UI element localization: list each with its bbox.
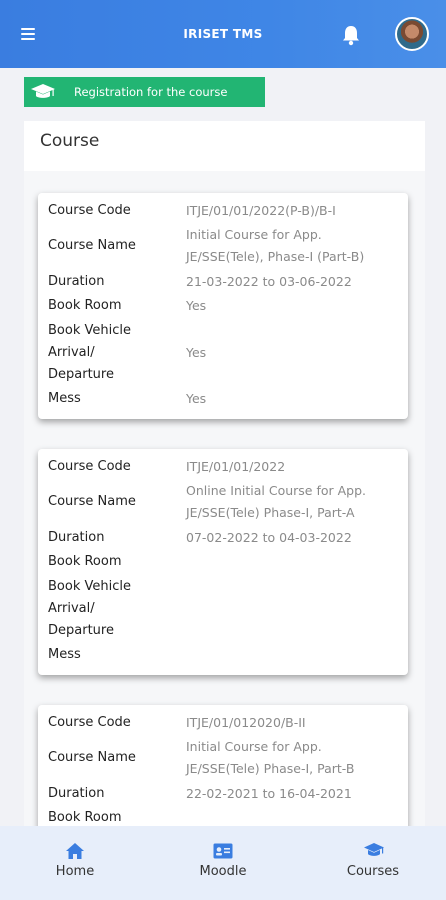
course-name-line1: Initial Course for App. — [186, 227, 322, 242]
book-vehicle-label: Book Vehicle — [48, 323, 131, 338]
home-icon — [65, 842, 85, 860]
course-name-line2: JE/SSE(Tele) Phase-I, Part-B — [186, 761, 355, 776]
duration-value: 21-03-2022 to 03-06-2022 — [186, 274, 352, 289]
book-room-label: Book Room — [48, 298, 122, 313]
id-card-icon — [213, 842, 233, 860]
course-card[interactable]: Course Code ITJE/01/01/2022 Course Name … — [38, 449, 408, 675]
arrival-label: Arrival/ — [48, 601, 95, 616]
duration-label: Duration — [48, 786, 105, 801]
course-name-line1: Online Initial Course for App. — [186, 483, 367, 498]
duration-label: Duration — [48, 530, 105, 545]
course-name-line2: JE/SSE(Tele), Phase-I (Part-B) — [186, 249, 365, 264]
mess-label: Mess — [48, 391, 81, 406]
course-code-value: ITJE/01/01/2022 — [186, 459, 286, 474]
course-code-value: ITJE/01/01/2022(P-B)/B-I — [186, 203, 336, 218]
duration-value: 07-02-2022 to 04-03-2022 — [186, 530, 352, 545]
course-card[interactable]: Course Code ITJE/01/01/2022(P-B)/B-I Cou… — [38, 193, 408, 419]
course-name-line1: Initial Course for App. — [186, 739, 322, 754]
course-heading: Course — [24, 121, 425, 171]
book-vehicle-label: Book Vehicle — [48, 579, 131, 594]
nav-moodle[interactable]: Moodle — [168, 826, 278, 900]
section-title: Course — [40, 131, 100, 151]
course-panel: Course Course Code ITJE/01/01/2022(P-B)/… — [24, 121, 425, 900]
mess-label: Mess — [48, 647, 81, 662]
registration-label: Registration for the course — [74, 85, 228, 99]
nav-home-label: Home — [55, 864, 95, 879]
duration-label: Duration — [48, 274, 105, 289]
book-room-label: Book Room — [48, 554, 122, 569]
nav-courses-label: Courses — [346, 864, 400, 879]
nav-moodle-label: Moodle — [199, 864, 247, 879]
course-code-value: ITJE/01/012020/B-II — [186, 715, 306, 730]
book-room-label: Book Room — [48, 810, 122, 825]
book-vehicle-value: Yes — [186, 345, 207, 360]
registration-button[interactable]: Registration for the course — [24, 77, 265, 107]
arrival-label: Arrival/ — [48, 345, 95, 360]
duration-value: 22-02-2021 to 16-04-2021 — [186, 786, 352, 801]
course-code-label: Course Code — [48, 203, 131, 218]
course-name-label: Course Name — [48, 238, 136, 253]
book-room-value: Yes — [186, 298, 207, 313]
avatar[interactable] — [395, 17, 429, 51]
course-code-label: Course Code — [48, 715, 131, 730]
nav-courses[interactable]: Courses — [318, 826, 428, 900]
course-name-label: Course Name — [48, 750, 136, 765]
course-name-label: Course Name — [48, 494, 136, 509]
graduation-cap-icon — [363, 842, 384, 860]
course-name-line2: JE/SSE(Tele) Phase-I, Part-A — [186, 505, 355, 520]
bottom-nav: Home Moodle Courses — [0, 826, 446, 900]
course-code-label: Course Code — [48, 459, 131, 474]
top-app-bar: IRISET TMS — [0, 0, 446, 68]
app-title: IRISET TMS — [183, 27, 263, 41]
mess-value: Yes — [186, 391, 207, 406]
nav-home[interactable]: Home — [20, 826, 130, 900]
graduation-cap-icon — [30, 83, 56, 101]
departure-label: Departure — [48, 367, 114, 382]
departure-label: Departure — [48, 623, 114, 638]
bell-icon[interactable] — [341, 24, 361, 46]
